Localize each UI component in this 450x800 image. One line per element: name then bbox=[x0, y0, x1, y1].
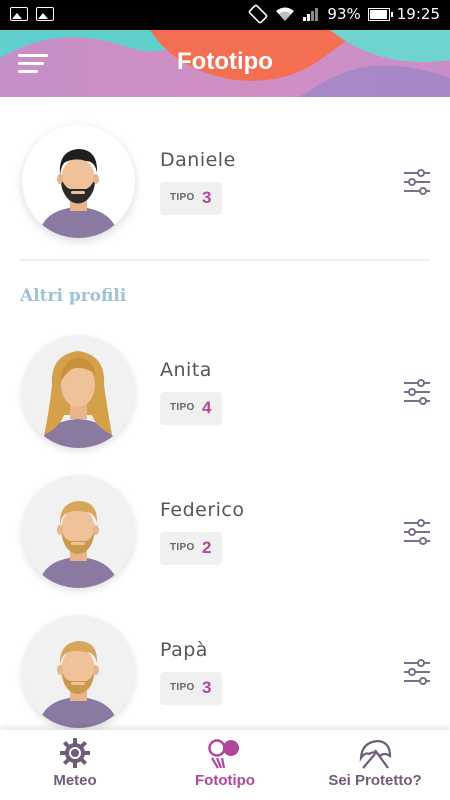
signal-icon bbox=[303, 8, 319, 21]
tipo-label: TIPO bbox=[170, 192, 195, 203]
profile-row-anita[interactable]: Anita TIPO 4 bbox=[0, 332, 450, 452]
screen-rotation-icon bbox=[249, 4, 268, 24]
fototipo-icon bbox=[208, 739, 239, 769]
clock: 19:25 bbox=[396, 5, 440, 23]
tipo-badge: TIPO 2 bbox=[160, 532, 222, 565]
tipo-value: 4 bbox=[202, 398, 212, 417]
divider bbox=[20, 259, 430, 261]
avatar-anita bbox=[22, 335, 135, 448]
nav-label: Sei Protetto? bbox=[328, 772, 422, 789]
settings-sliders-icon[interactable] bbox=[403, 379, 431, 405]
nav-label: Fototipo bbox=[195, 772, 255, 789]
tipo-label: TIPO bbox=[170, 402, 195, 413]
nav-label: Meteo bbox=[53, 772, 97, 789]
avatar-papa bbox=[22, 615, 135, 728]
battery-icon bbox=[367, 7, 393, 21]
settings-sliders-icon[interactable] bbox=[403, 659, 431, 685]
profile-name: Papà bbox=[160, 639, 208, 661]
tipo-value: 3 bbox=[202, 188, 212, 207]
profile-name: Daniele bbox=[160, 149, 236, 171]
settings-sliders-icon[interactable] bbox=[403, 169, 431, 195]
tipo-value: 2 bbox=[202, 538, 212, 557]
tipo-badge: TIPO 3 bbox=[160, 182, 222, 215]
section-title-altri-profili: Altri profili bbox=[20, 286, 127, 306]
tipo-label: TIPO bbox=[170, 682, 195, 693]
profile-row-papa[interactable]: Papà TIPO 3 bbox=[0, 612, 450, 732]
main-profile[interactable]: Daniele TIPO 3 bbox=[0, 122, 450, 242]
avatar-federico bbox=[22, 475, 135, 588]
profile-row-federico[interactable]: Federico TIPO 2 bbox=[0, 472, 450, 592]
settings-sliders-icon[interactable] bbox=[403, 519, 431, 545]
nav-item-meteo[interactable]: Meteo bbox=[0, 730, 150, 800]
app-header: Fototipo bbox=[0, 30, 450, 97]
battery-percent: 93% bbox=[327, 5, 361, 23]
tipo-value: 3 bbox=[202, 678, 212, 697]
umbrella-icon bbox=[359, 739, 392, 769]
status-bar: 93% 19:25 bbox=[0, 0, 450, 30]
image-icon bbox=[10, 7, 28, 21]
bottom-navigation: Meteo Fototipo Sei Protetto? bbox=[0, 730, 450, 800]
image-icon bbox=[36, 7, 54, 21]
tipo-badge: TIPO 4 bbox=[160, 392, 222, 425]
wifi-icon bbox=[276, 7, 295, 21]
page-title: Fototipo bbox=[177, 48, 273, 75]
nav-item-fototipo[interactable]: Fototipo bbox=[150, 730, 300, 800]
nav-item-sei-protetto[interactable]: Sei Protetto? bbox=[300, 730, 450, 800]
tipo-label: TIPO bbox=[170, 542, 195, 553]
profile-name: Federico bbox=[160, 499, 245, 521]
profile-name: Anita bbox=[160, 359, 212, 381]
avatar-daniele bbox=[22, 125, 135, 238]
sun-gear-icon bbox=[60, 738, 90, 768]
tipo-badge: TIPO 3 bbox=[160, 672, 222, 705]
